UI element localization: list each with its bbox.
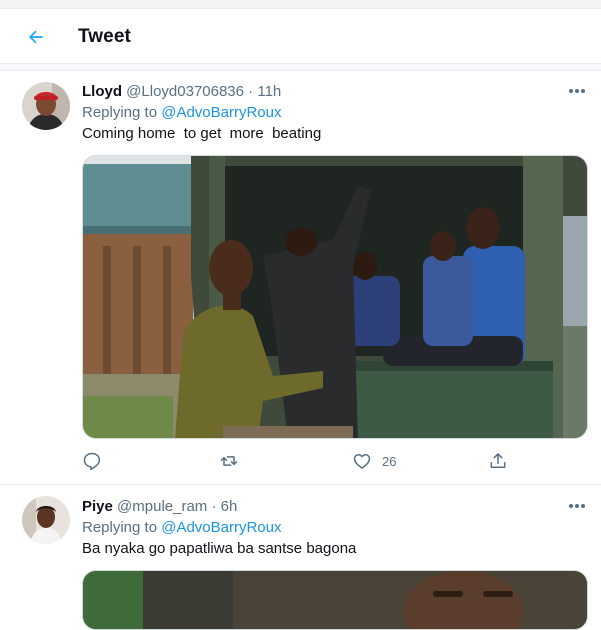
tweet-lloyd[interactable]: Lloyd @Lloyd03706836 · 11h Replying to @…: [0, 71, 601, 485]
replying-to-label: Replying to: [82, 519, 158, 536]
reply-bubble-icon: [83, 452, 101, 471]
tweet-time[interactable]: 11h: [257, 83, 281, 100]
tweet-photo[interactable]: [82, 570, 588, 630]
photo-image: [83, 156, 587, 438]
replying-to-label: Replying to: [82, 104, 158, 121]
tweet-author-row: Lloyd @Lloyd03706836 · 11h: [82, 83, 281, 100]
replying-to-mention[interactable]: @AdvoBarryRoux: [161, 104, 281, 121]
section-gap: [0, 64, 601, 71]
retweet-button[interactable]: [218, 451, 278, 473]
tweet-text: Coming home to get more beating: [82, 125, 322, 142]
tweet-time[interactable]: 6h: [221, 498, 238, 515]
time-separator: ·: [211, 498, 217, 515]
replying-to-mention[interactable]: @AdvoBarryRoux: [161, 519, 281, 536]
more-options-button[interactable]: [566, 496, 588, 516]
reply-button[interactable]: [82, 451, 142, 473]
tweet-piye[interactable]: Piye @mpule_ram · 6h Replying to @AdvoBa…: [0, 486, 601, 630]
tweet-photo[interactable]: [82, 155, 588, 439]
more-dots-icon: [569, 89, 585, 93]
retweet-icon: [220, 456, 238, 466]
window-top-strip: [0, 0, 601, 8]
tweet-actions: 26: [82, 451, 512, 473]
heart-icon: [353, 454, 371, 469]
more-options-button[interactable]: [566, 81, 588, 101]
avatar-image: [22, 496, 70, 544]
replying-to-row: Replying to @AdvoBarryRoux: [82, 104, 282, 121]
avatar[interactable]: [22, 82, 70, 130]
tweet-text: Ba nyaka go papatliwa ba santse bagona: [82, 540, 357, 557]
photo-image: [83, 571, 587, 629]
replying-to-row: Replying to @AdvoBarryRoux: [82, 519, 282, 536]
time-separator: ·: [248, 83, 254, 100]
author-name[interactable]: Lloyd: [82, 83, 122, 100]
tweet-header: Tweet: [0, 8, 601, 64]
arrow-left-icon: [29, 30, 43, 44]
like-count: 26: [382, 454, 397, 469]
back-button[interactable]: [18, 19, 54, 55]
avatar[interactable]: [22, 496, 70, 544]
author-name[interactable]: Piye: [82, 498, 113, 515]
share-button[interactable]: [488, 451, 512, 473]
avatar-image: [22, 82, 70, 130]
author-handle[interactable]: @Lloyd03706836: [126, 83, 244, 100]
share-icon: [490, 453, 506, 468]
tweet-author-row: Piye @mpule_ram · 6h: [82, 498, 237, 515]
like-button[interactable]: 26: [352, 451, 422, 473]
page-title: Tweet: [78, 26, 131, 47]
more-dots-icon: [569, 504, 585, 508]
author-handle[interactable]: @mpule_ram: [117, 498, 207, 515]
